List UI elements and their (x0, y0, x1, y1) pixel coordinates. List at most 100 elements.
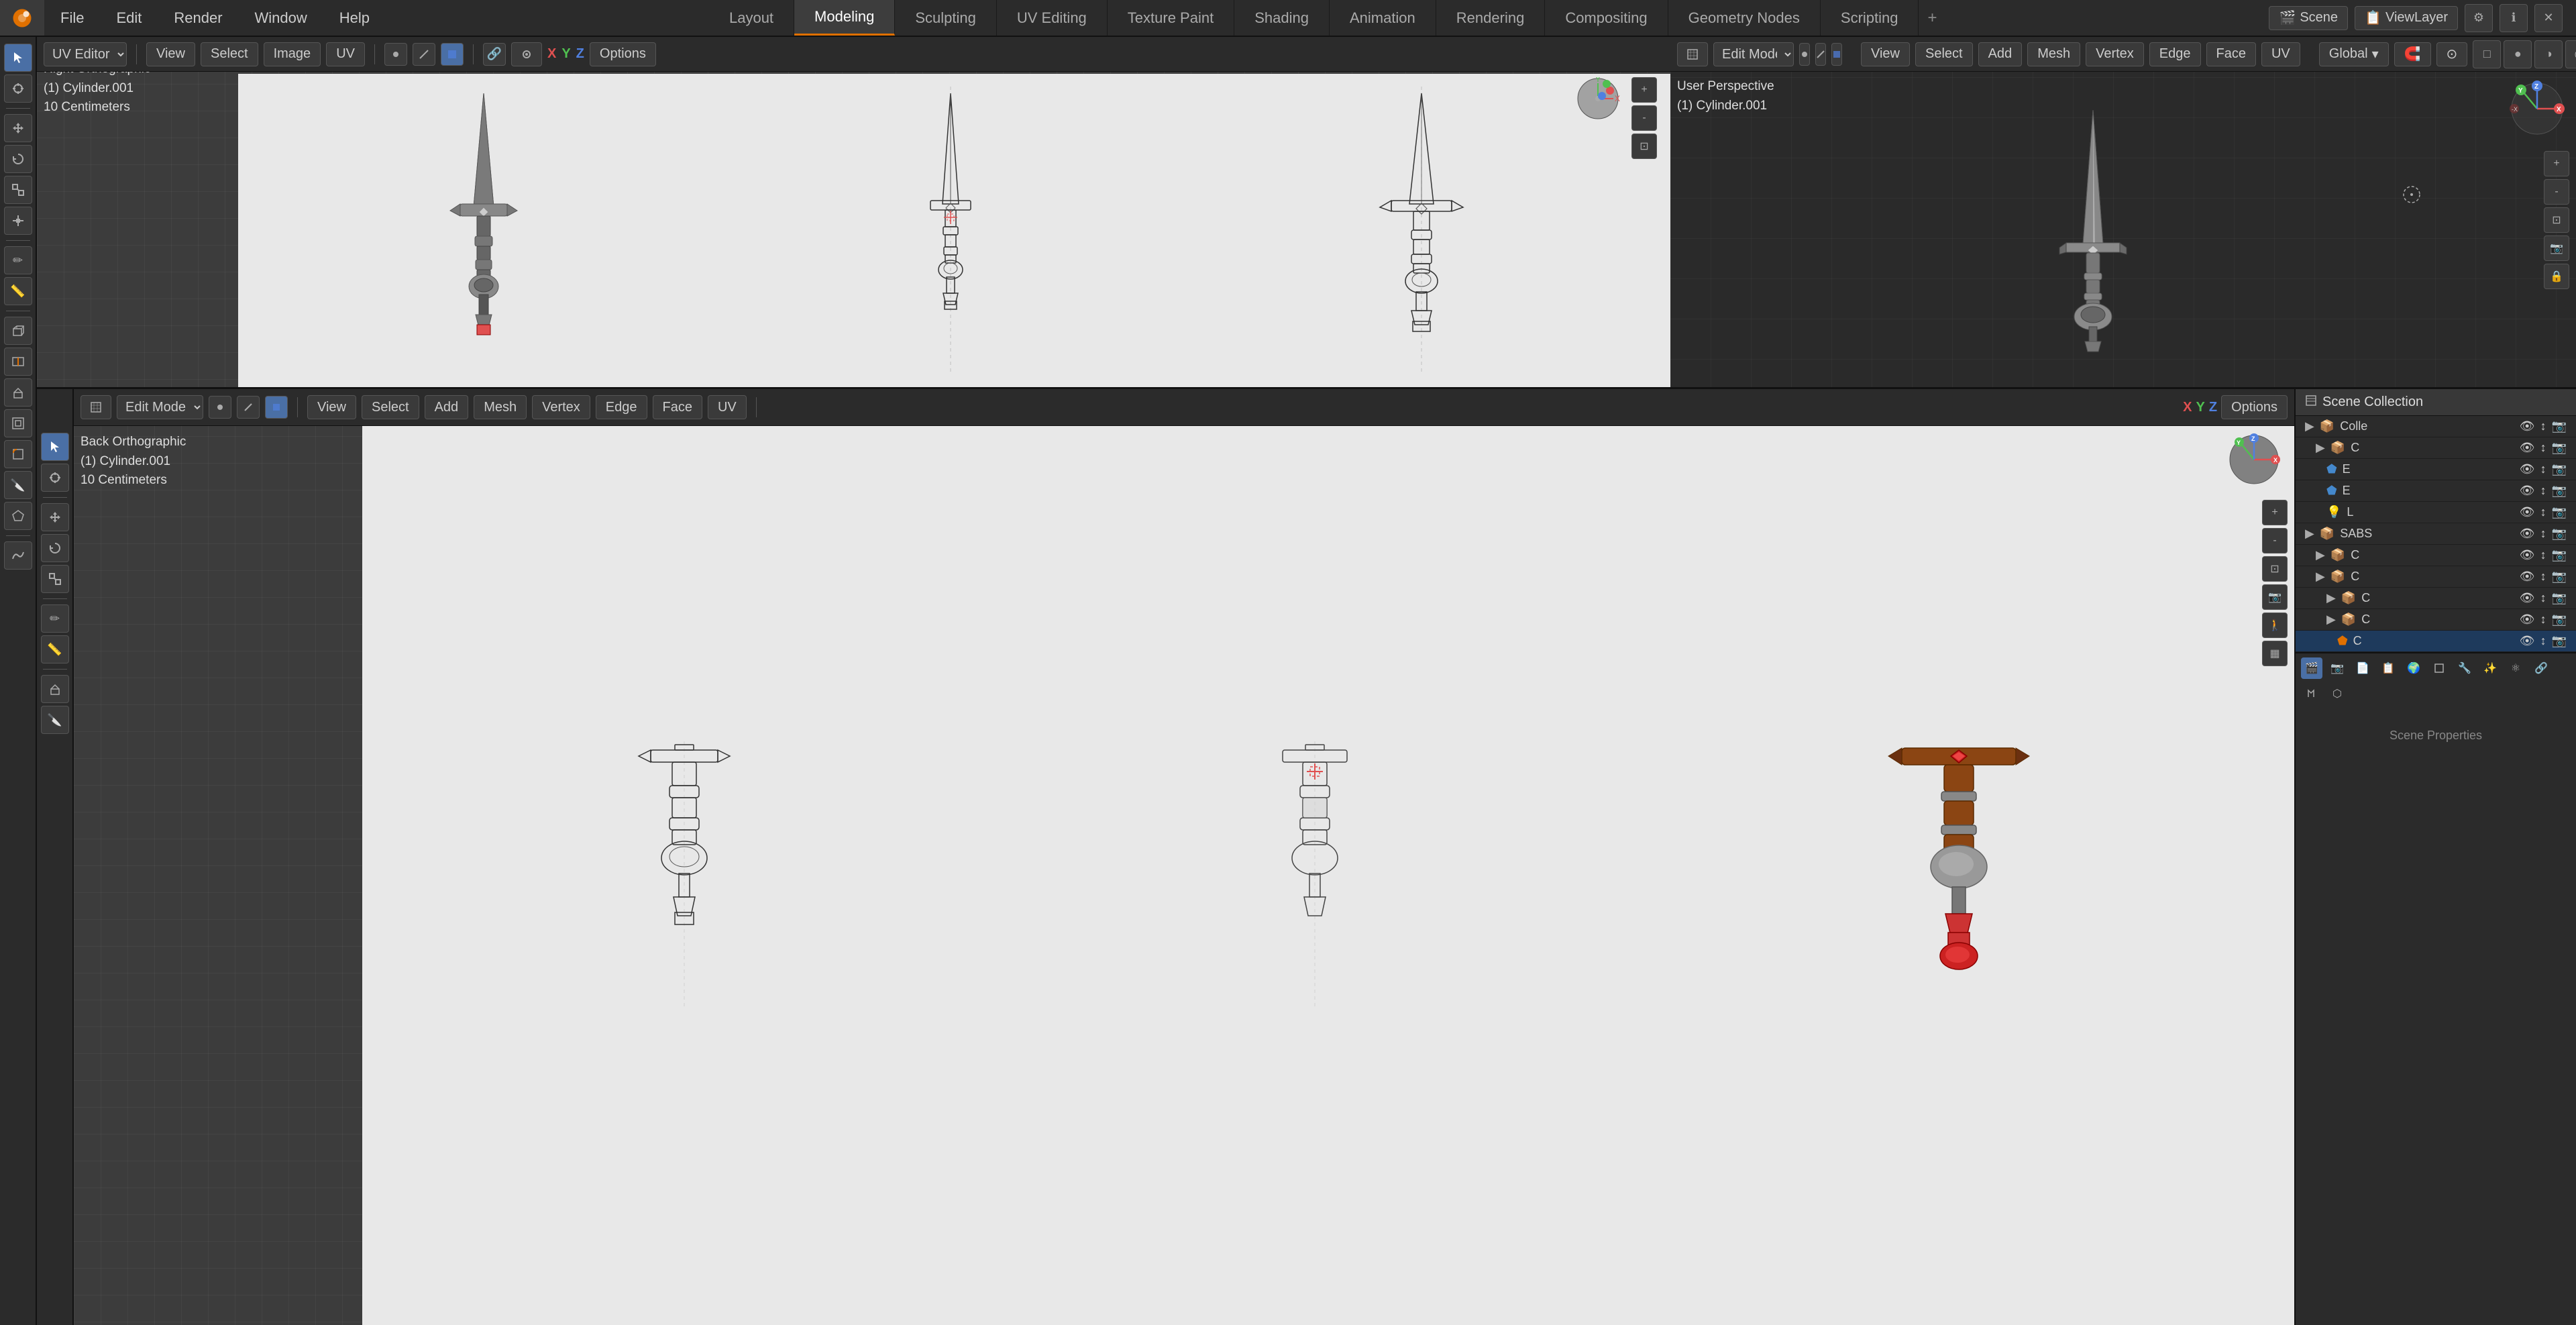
tab-modeling[interactable]: Modeling (794, 0, 895, 36)
outliner-item-c-active[interactable]: ⬟ C 👁 ↕ 📷 (2296, 631, 2576, 652)
3d-face-menu[interactable]: Face (2206, 42, 2256, 66)
smooth-button[interactable] (4, 541, 32, 570)
add-workspace-button[interactable]: + (1919, 0, 1945, 36)
3d-proportional-button[interactable]: ⊙ (2436, 42, 2468, 66)
cursor-tool-button[interactable] (4, 74, 32, 103)
tab-layout[interactable]: Layout (709, 0, 794, 36)
tab-geometry-nodes[interactable]: Geometry Nodes (1668, 0, 1821, 36)
bottom-select-tool[interactable] (41, 433, 69, 461)
outliner-item-e2[interactable]: ⬟ E 👁 ↕ 📷 (2296, 480, 2576, 502)
window-menu[interactable]: Window (239, 0, 323, 36)
vertex-mode-button[interactable] (384, 43, 407, 66)
material-props-icon[interactable]: ⬡ (2326, 683, 2348, 704)
bottom-face-mode-btn[interactable] (265, 396, 288, 419)
ren-icon-2[interactable]: 📷 (2552, 441, 2567, 455)
tab-animation[interactable]: Animation (1330, 0, 1436, 36)
3d-camera-button[interactable]: 📷 (2544, 235, 2569, 261)
vis-icon-1[interactable]: 👁 (2520, 419, 2535, 433)
tab-rendering[interactable]: Rendering (1436, 0, 1546, 36)
bottom-mode-selector[interactable]: Edit Mode (117, 395, 203, 419)
bottom-uv-menu[interactable]: UV (708, 395, 747, 419)
bottom-knife-tool[interactable]: 🔪 (41, 706, 69, 734)
3d-mode-selector[interactable]: Edit Mode (1713, 42, 1794, 66)
sel-icon-11[interactable]: ↕ (2540, 634, 2546, 648)
ren-icon-6[interactable]: 📷 (2552, 527, 2567, 541)
3d-view-menu[interactable]: View (1861, 42, 1910, 66)
3d-edge-menu[interactable]: Edge (2149, 42, 2201, 66)
material-mode-button[interactable]: ◑ (2534, 40, 2563, 68)
scene-props-icon[interactable]: 🎬 (2301, 657, 2322, 679)
bottom-camera-view[interactable]: 📷 (2262, 584, 2288, 610)
ren-icon-11[interactable]: 📷 (2552, 634, 2567, 648)
vis-icon-2[interactable]: 👁 (2520, 441, 2535, 455)
outliner-item-c3[interactable]: ▶ 📦 C 👁 ↕ 📷 (2296, 566, 2576, 588)
bottom-vertex-menu[interactable]: Vertex (532, 395, 590, 419)
tab-sculpting[interactable]: Sculpting (895, 0, 997, 36)
vis-icon-11[interactable]: 👁 (2520, 634, 2535, 648)
vis-icon-10[interactable]: 👁 (2520, 613, 2535, 627)
bottom-view-menu[interactable]: View (307, 395, 356, 419)
3d-snap-button[interactable]: 🧲 (2394, 42, 2431, 66)
3d-lock-button[interactable]: 🔒 (2544, 264, 2569, 289)
bottom-nav-gizmo[interactable]: X Y Z (2227, 433, 2281, 486)
bottom-cursor-tool[interactable] (41, 464, 69, 492)
image-menu-button[interactable]: Image (264, 42, 321, 66)
world-props-icon[interactable]: 🌍 (2403, 657, 2424, 679)
bottom-add-menu[interactable]: Add (425, 395, 469, 419)
sync-button[interactable]: 🔗 (483, 43, 506, 66)
solid-mode-button[interactable]: ● (2504, 40, 2532, 68)
particles-props-icon[interactable]: ✨ (2479, 657, 2501, 679)
output-props-icon[interactable]: 📄 (2352, 657, 2373, 679)
3d-zoom-out-button[interactable]: - (2544, 179, 2569, 205)
bottom-zoom-fit[interactable]: ⊡ (2262, 556, 2288, 582)
info-button[interactable]: ℹ (2500, 4, 2528, 32)
zoom-in-button[interactable]: + (1631, 77, 1657, 103)
zoom-out-button[interactable]: - (1631, 105, 1657, 131)
bottom-measure-tool[interactable]: 📏 (41, 635, 69, 664)
scene-selector[interactable]: 🎬 Scene (2269, 6, 2348, 30)
vis-icon-8[interactable]: 👁 (2520, 570, 2535, 584)
outliner-item-c4[interactable]: ▶ 📦 C 👁 ↕ 📷 (2296, 588, 2576, 609)
view-layer-selector[interactable]: 📋 ViewLayer (2355, 6, 2458, 30)
bottom-3d-viewport[interactable]: Edit Mode View Select Add Mesh (74, 389, 2294, 1325)
bottom-select-menu[interactable]: Select (362, 395, 419, 419)
3d-face-mode[interactable] (1831, 43, 1842, 66)
transform-tool-button[interactable] (4, 207, 32, 235)
3d-global-selector[interactable]: Global ▾ (2319, 42, 2389, 66)
3d-uv-menu[interactable]: UV (2261, 42, 2300, 66)
3d-add-menu[interactable]: Add (1978, 42, 2023, 66)
ren-icon-1[interactable]: 📷 (2552, 419, 2567, 433)
move-tool-button[interactable] (4, 114, 32, 142)
annotate-tool-button[interactable]: ✏ (4, 246, 32, 274)
knife-button[interactable]: 🔪 (4, 471, 32, 499)
face-mode-button[interactable] (441, 43, 464, 66)
sel-icon-2[interactable]: ↕ (2540, 441, 2546, 455)
bottom-zoom-in[interactable]: + (2262, 500, 2288, 525)
ren-icon-3[interactable]: 📷 (2552, 462, 2567, 476)
sel-icon-3[interactable]: ↕ (2540, 462, 2546, 476)
3d-vertex-mode[interactable] (1799, 43, 1810, 66)
sel-icon-4[interactable]: ↕ (2540, 484, 2546, 498)
sel-icon-7[interactable]: ↕ (2540, 548, 2546, 562)
rendered-mode-button[interactable]: ◉ (2565, 40, 2576, 68)
zoom-fit-button[interactable]: ⊡ (1631, 134, 1657, 159)
render-menu[interactable]: Render (158, 0, 238, 36)
constraints-props-icon[interactable]: 🔗 (2530, 657, 2552, 679)
vis-icon-6[interactable]: 👁 (2520, 527, 2535, 541)
3d-viewport-top[interactable]: Edit Mode View Select Add Mesh (1670, 37, 2576, 387)
tab-scripting[interactable]: Scripting (1821, 0, 1919, 36)
object-props-icon[interactable] (2428, 657, 2450, 679)
vis-icon-7[interactable]: 👁 (2520, 548, 2535, 562)
help-menu[interactable]: Help (323, 0, 386, 36)
bottom-options-button[interactable]: Options (2221, 395, 2288, 419)
measure-tool-button[interactable]: 📏 (4, 277, 32, 305)
bottom-mesh-menu[interactable]: Mesh (474, 395, 527, 419)
tab-compositing[interactable]: Compositing (1545, 0, 1668, 36)
data-props-icon[interactable] (2301, 683, 2322, 704)
loop-cut-button[interactable] (4, 348, 32, 376)
outliner-item-c1[interactable]: ▶ 📦 C 👁 ↕ 📷 (2296, 437, 2576, 459)
ren-icon-10[interactable]: 📷 (2552, 613, 2567, 627)
settings-button[interactable]: ⚙ (2465, 4, 2493, 32)
3d-select-menu[interactable]: Select (1915, 42, 1973, 66)
view-menu-button[interactable]: View (146, 42, 195, 66)
